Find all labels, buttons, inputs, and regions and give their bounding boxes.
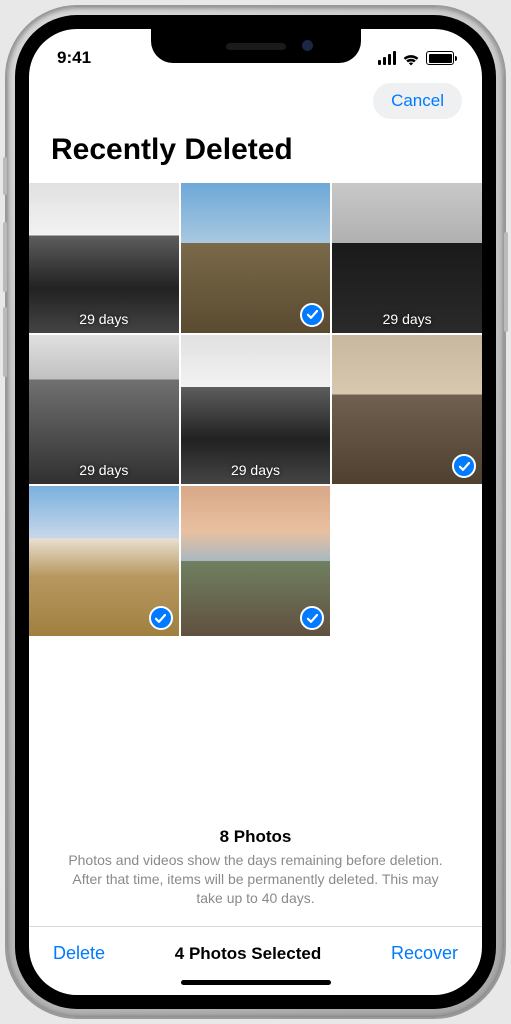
notch [151, 29, 361, 63]
selected-checkmark-icon [300, 303, 324, 327]
power-button [504, 232, 508, 332]
delete-button[interactable]: Delete [53, 943, 105, 964]
bottom-toolbar: Delete 4 Photos Selected Recover [29, 926, 482, 978]
front-camera [302, 40, 313, 51]
earpiece-speaker [226, 43, 286, 50]
screen: 9:41 Cancel Recently Deleted 29 days29 d… [29, 29, 482, 995]
cellular-signal-icon [378, 51, 397, 65]
photo-thumbnail[interactable] [181, 486, 331, 636]
photo-thumbnail[interactable]: 29 days [29, 335, 179, 485]
days-remaining-label: 29 days [29, 462, 179, 478]
volume-up [3, 222, 7, 292]
photo-grid: 29 days29 days29 days29 days [29, 183, 482, 636]
selection-status: 4 Photos Selected [175, 944, 321, 964]
days-remaining-label: 29 days [181, 462, 331, 478]
device-frame: 9:41 Cancel Recently Deleted 29 days29 d… [7, 7, 504, 1017]
selected-checkmark-icon [149, 606, 173, 630]
photo-thumbnail[interactable]: 29 days [29, 183, 179, 333]
days-remaining-label: 29 days [29, 311, 179, 327]
home-indicator[interactable] [181, 980, 331, 985]
photo-thumbnail[interactable]: 29 days [181, 335, 331, 485]
summary-block: 8 Photos Photos and videos show the days… [29, 827, 482, 926]
status-time: 9:41 [57, 48, 91, 68]
volume-down [3, 307, 7, 377]
nav-bar: Cancel [29, 77, 482, 129]
recover-button[interactable]: Recover [391, 943, 458, 964]
page-title: Recently Deleted [29, 129, 482, 183]
days-remaining-label: 29 days [332, 311, 482, 327]
mute-switch [3, 157, 7, 195]
photo-thumbnail[interactable] [332, 335, 482, 485]
battery-icon [426, 51, 454, 65]
photo-count: 8 Photos [59, 827, 452, 847]
photo-thumbnail[interactable] [29, 486, 179, 636]
photo-thumbnail[interactable]: 29 days [332, 183, 482, 333]
photo-thumbnail[interactable] [181, 183, 331, 333]
deletion-note: Photos and videos show the days remainin… [59, 851, 452, 908]
wifi-icon [402, 51, 420, 65]
cancel-button[interactable]: Cancel [373, 83, 462, 119]
